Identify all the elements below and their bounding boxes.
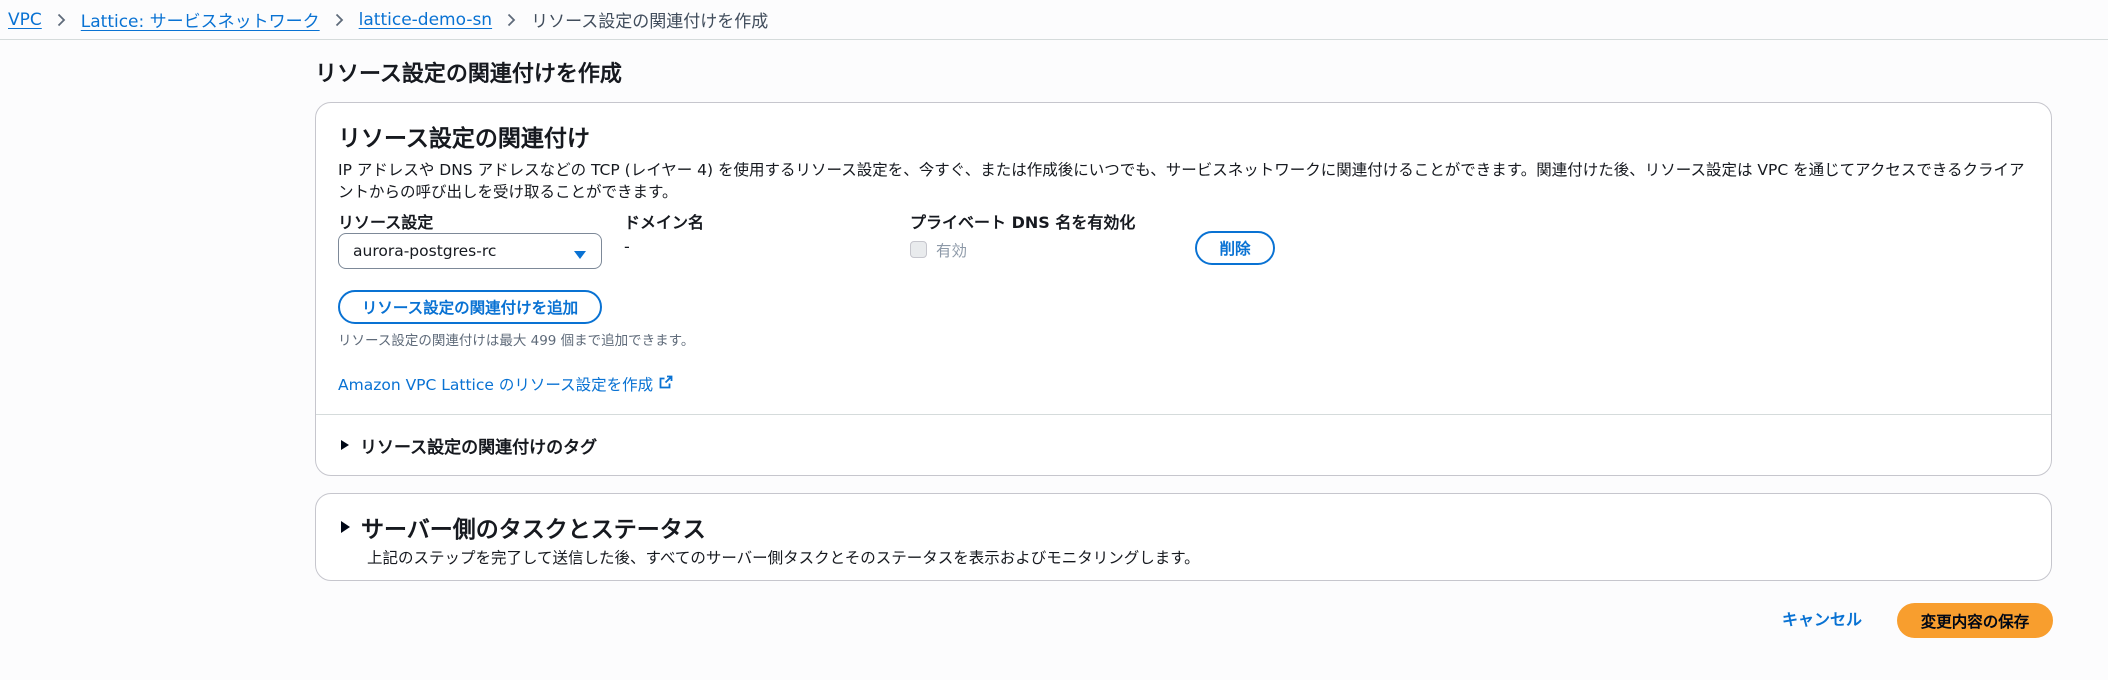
resource-config-select[interactable]: aurora-postgres-rc <box>338 233 602 269</box>
breadcrumb: VPC Lattice: サービスネットワーク lattice-demo-sn … <box>0 0 2108 40</box>
domain-name-label: ドメイン名 <box>624 213 705 232</box>
server-tasks-description: 上記のステップを完了して送信した後、すべてのサーバー側タスクとそのステータスを表… <box>367 549 1200 567</box>
chevron-right-icon <box>507 13 516 27</box>
save-changes-button[interactable]: 変更内容の保存 <box>1897 603 2053 638</box>
private-dns-checkbox-label: 有効 <box>936 242 968 260</box>
tags-expander-label: リソース設定の関連付けのタグ <box>360 438 598 458</box>
chevron-right-icon <box>335 13 344 27</box>
panel-header: リソース設定の関連付け IP アドレスや DNS アドレスなどの TCP (レイ… <box>338 119 2027 203</box>
domain-name-value: - <box>624 237 630 256</box>
tags-expander[interactable]: リソース設定の関連付けのタグ <box>340 433 597 458</box>
add-resource-association-button[interactable]: リソース設定の関連付けを追加 <box>338 290 602 324</box>
caret-down-icon <box>573 246 587 264</box>
breadcrumb-link-vpc[interactable]: VPC <box>8 10 42 30</box>
delete-button[interactable]: 削除 <box>1195 231 1275 265</box>
panel-title: リソース設定の関連付け <box>338 126 590 152</box>
divider <box>316 414 2051 415</box>
breadcrumb-link-lattice-demo-sn[interactable]: lattice-demo-sn <box>359 10 492 30</box>
breadcrumb-current: リソース設定の関連付けを作成 <box>531 12 769 32</box>
caret-right-icon <box>340 436 350 456</box>
chevron-right-icon <box>57 13 66 27</box>
breadcrumb-link-service-network[interactable]: Lattice: サービスネットワーク <box>81 7 320 32</box>
create-resource-config-link-label: Amazon VPC Lattice のリソース設定を作成 <box>338 376 654 394</box>
cancel-button[interactable]: キャンセル <box>1782 606 1862 630</box>
resource-config-label: リソース設定 <box>338 213 434 232</box>
private-dns-label: プライベート DNS 名を有効化 <box>910 213 1136 232</box>
resource-config-value: aurora-postgres-rc <box>353 242 497 260</box>
resource-association-panel: リソース設定の関連付け IP アドレスや DNS アドレスなどの TCP (レイ… <box>315 102 2052 476</box>
limit-hint: リソース設定の関連付けは最大 499 個まで追加できます。 <box>338 333 695 349</box>
create-resource-config-link[interactable]: Amazon VPC Lattice のリソース設定を作成 <box>338 373 673 395</box>
panel-description: IP アドレスや DNS アドレスなどの TCP (レイヤー 4) を使用するリ… <box>338 161 2025 201</box>
server-tasks-panel: サーバー側のタスクとステータス 上記のステップを完了して送信した後、すべてのサー… <box>315 493 2052 581</box>
external-link-icon <box>659 375 673 393</box>
page-title: リソース設定の関連付けを作成 <box>315 62 622 87</box>
caret-right-icon <box>340 514 351 540</box>
server-tasks-expander[interactable]: サーバー側のタスクとステータス <box>340 510 706 544</box>
private-dns-checkbox[interactable] <box>910 241 927 258</box>
server-tasks-title: サーバー側のタスクとステータス <box>361 517 706 543</box>
